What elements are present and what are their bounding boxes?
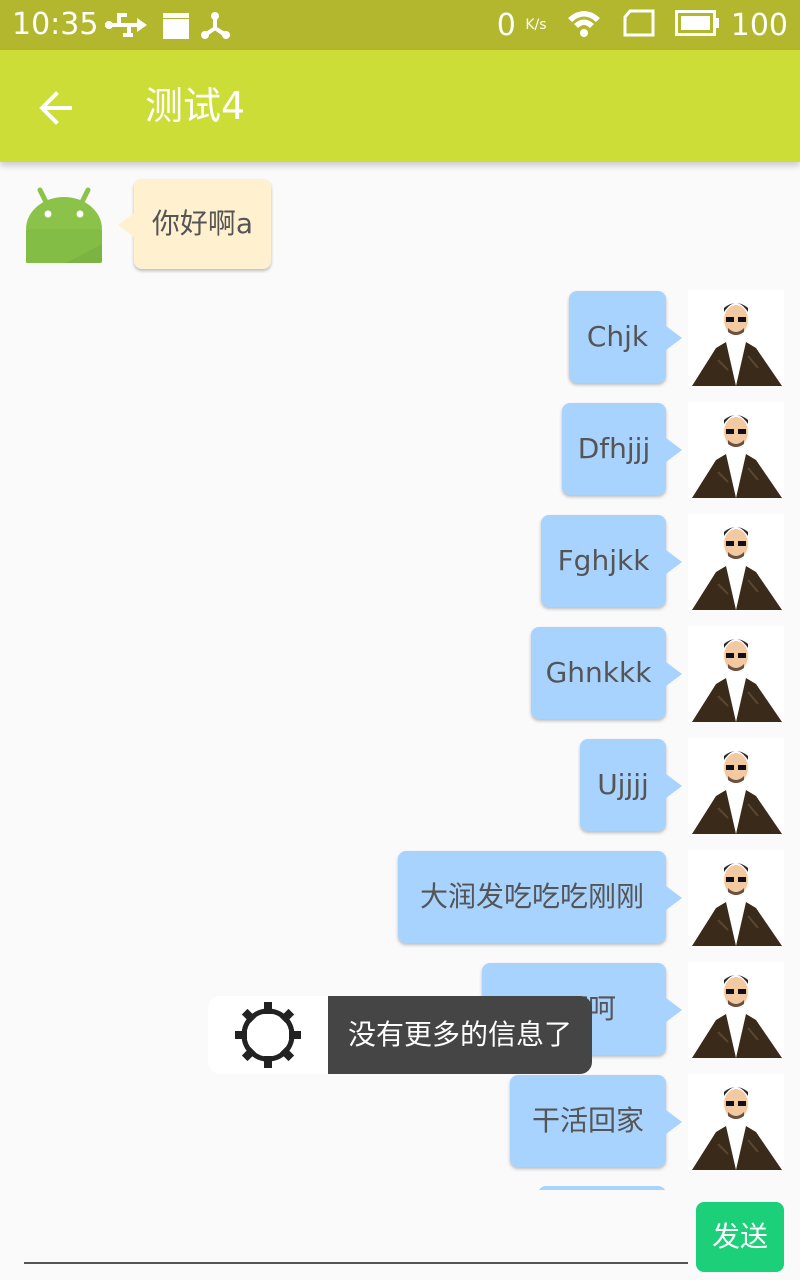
- message-bubble-partial[interactable]: [538, 1186, 666, 1190]
- user-avatar[interactable]: [688, 402, 784, 498]
- battery-level: 100: [730, 8, 788, 43]
- gear-icon: [235, 1002, 301, 1068]
- status-time: 10:35: [12, 7, 99, 42]
- user-avatar[interactable]: [688, 626, 784, 722]
- user-avatar[interactable]: [688, 1074, 784, 1170]
- message-bubble-outgoing[interactable]: Ujjjj: [580, 739, 682, 831]
- user-avatar[interactable]: [688, 738, 784, 834]
- user-avatar[interactable]: [688, 850, 784, 946]
- user-avatar[interactable]: [688, 290, 784, 386]
- status-notification-icons: [105, 10, 235, 44]
- android-robot-avatar[interactable]: [22, 184, 106, 268]
- message-bubble-outgoing[interactable]: Chjk: [569, 291, 682, 383]
- message-input[interactable]: [24, 1200, 692, 1262]
- page-title: 测试4: [145, 84, 246, 128]
- send-button[interactable]: 发送: [696, 1202, 784, 1272]
- message-bubble-outgoing[interactable]: Dfhjjj: [562, 403, 682, 495]
- toast: 没有更多的信息了: [208, 996, 592, 1074]
- user-avatar[interactable]: [688, 962, 784, 1058]
- input-underline: [24, 1262, 688, 1264]
- message-bubble-outgoing[interactable]: Ghnkkk: [531, 627, 682, 719]
- message-bubble-incoming[interactable]: 你好啊a: [118, 179, 271, 269]
- message-bubble-outgoing[interactable]: Fghjkk: [541, 515, 682, 607]
- back-button[interactable]: [30, 82, 82, 134]
- network-speed-unit: K/s: [525, 17, 547, 33]
- app-bar: 测试4: [0, 50, 800, 162]
- network-speed: 0: [496, 8, 516, 43]
- battery-icon: [675, 10, 720, 36]
- sim-card-icon: [623, 9, 655, 37]
- message-bubble-outgoing[interactable]: 大润发吃吃吃刚刚: [398, 851, 682, 943]
- status-bar: 10:35 0 K/s 100: [0, 0, 800, 50]
- user-avatar[interactable]: [688, 514, 784, 610]
- arrow-back-icon: [39, 91, 72, 125]
- wifi-icon: [568, 11, 601, 37]
- message-bubble-outgoing[interactable]: 干活回家: [510, 1075, 682, 1167]
- toast-message: 没有更多的信息了: [328, 996, 592, 1074]
- usb-icon: [105, 12, 230, 39]
- status-right-area: 0 K/s 100: [497, 8, 788, 43]
- toast-icon-box: [208, 996, 328, 1074]
